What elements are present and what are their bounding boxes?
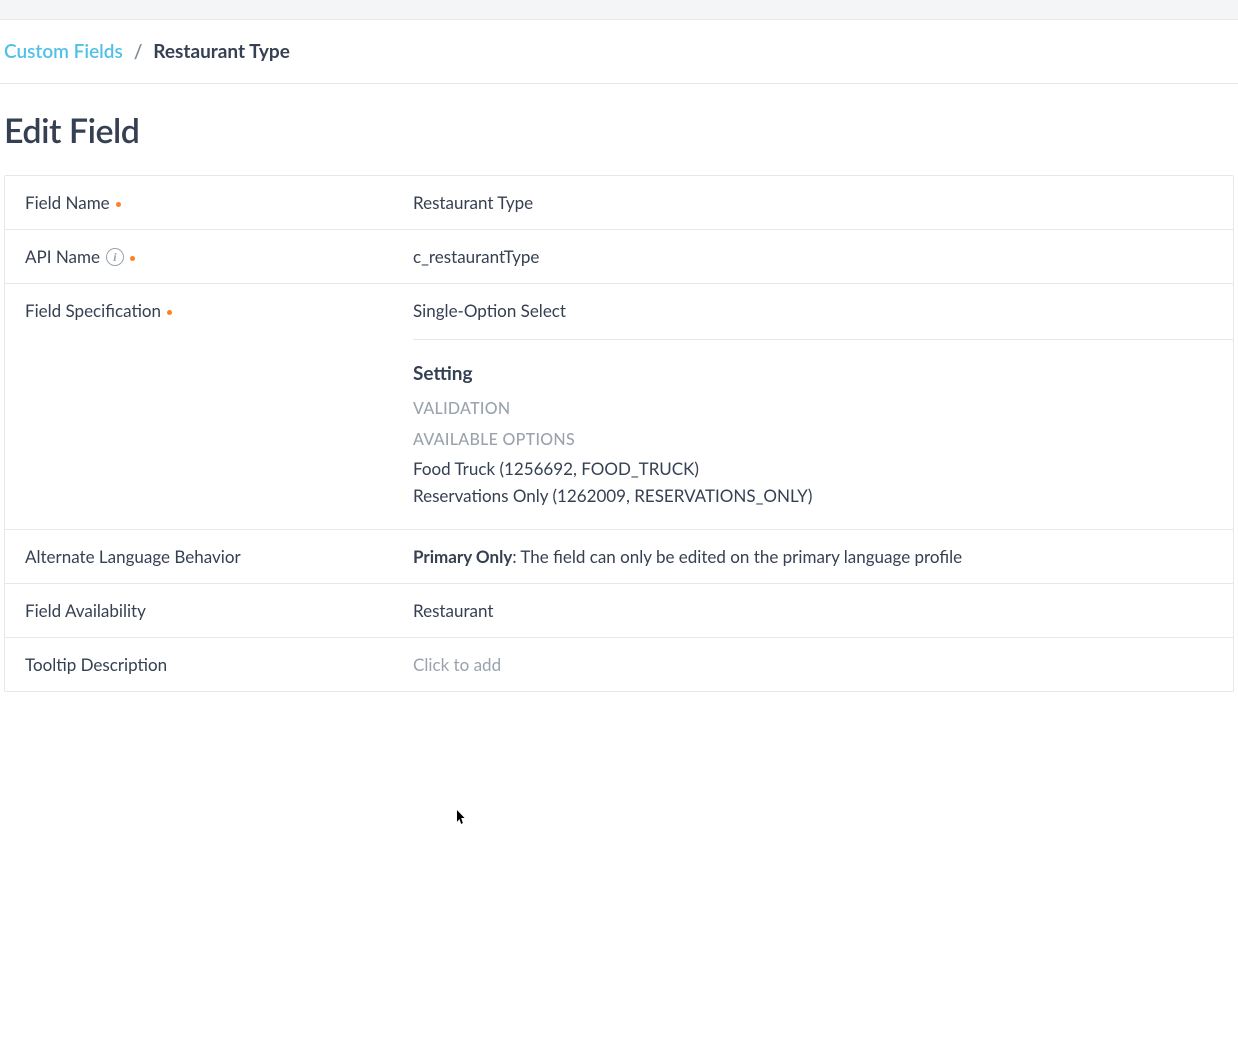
row-field-availability[interactable]: Field Availability Restaurant — [5, 584, 1233, 638]
alt-lang-rest: : The field can only be edited on the pr… — [512, 546, 962, 567]
api-name-value[interactable]: c_restaurantType — [405, 230, 1233, 283]
field-specification-value: Single-Option Select Setting VALIDATION … — [405, 284, 1233, 529]
validation-label: VALIDATION — [413, 399, 1213, 418]
page-title: Edit Field — [0, 84, 1238, 175]
row-field-name[interactable]: Field Name Restaurant Type — [5, 176, 1233, 230]
info-icon[interactable]: i — [106, 248, 124, 266]
tooltip-description-value[interactable]: Click to add — [405, 638, 1233, 691]
option-item: Reservations Only (1262009, RESERVATIONS… — [413, 482, 1213, 509]
alternate-language-label: Alternate Language Behavior — [5, 530, 405, 583]
field-specification-type[interactable]: Single-Option Select — [413, 300, 1233, 339]
breadcrumb: Custom Fields / Restaurant Type — [0, 20, 1238, 84]
tooltip-description-label: Tooltip Description — [5, 638, 405, 691]
breadcrumb-link-custom-fields[interactable]: Custom Fields — [4, 40, 123, 63]
row-field-specification[interactable]: Field Specification Single-Option Select… — [5, 284, 1233, 530]
breadcrumb-current: Restaurant Type — [153, 40, 290, 63]
field-specification-label: Field Specification — [5, 284, 405, 337]
required-indicator-icon — [130, 256, 135, 261]
option-item: Food Truck (1256692, FOOD_TRUCK) — [413, 455, 1213, 482]
top-bar — [0, 0, 1238, 20]
field-availability-value[interactable]: Restaurant — [405, 584, 1233, 637]
cursor-icon — [457, 810, 467, 829]
field-name-value[interactable]: Restaurant Type — [405, 176, 1233, 229]
setting-header: Setting — [413, 362, 1213, 385]
row-tooltip-description[interactable]: Tooltip Description Click to add — [5, 638, 1233, 691]
breadcrumb-separator: / — [134, 40, 143, 63]
row-api-name[interactable]: API Name i c_restaurantType — [5, 230, 1233, 284]
available-options-label: AVAILABLE OPTIONS — [413, 430, 1213, 449]
edit-field-form: Field Name Restaurant Type API Name i c_… — [4, 175, 1234, 692]
alternate-language-value[interactable]: Primary Only: The field can only be edit… — [405, 530, 1233, 583]
row-alternate-language-behavior[interactable]: Alternate Language Behavior Primary Only… — [5, 530, 1233, 584]
required-indicator-icon — [116, 202, 121, 207]
alt-lang-bold: Primary Only — [413, 546, 512, 567]
required-indicator-icon — [167, 310, 172, 315]
field-name-label: Field Name — [5, 176, 405, 229]
api-name-label: API Name i — [5, 230, 405, 283]
field-availability-label: Field Availability — [5, 584, 405, 637]
